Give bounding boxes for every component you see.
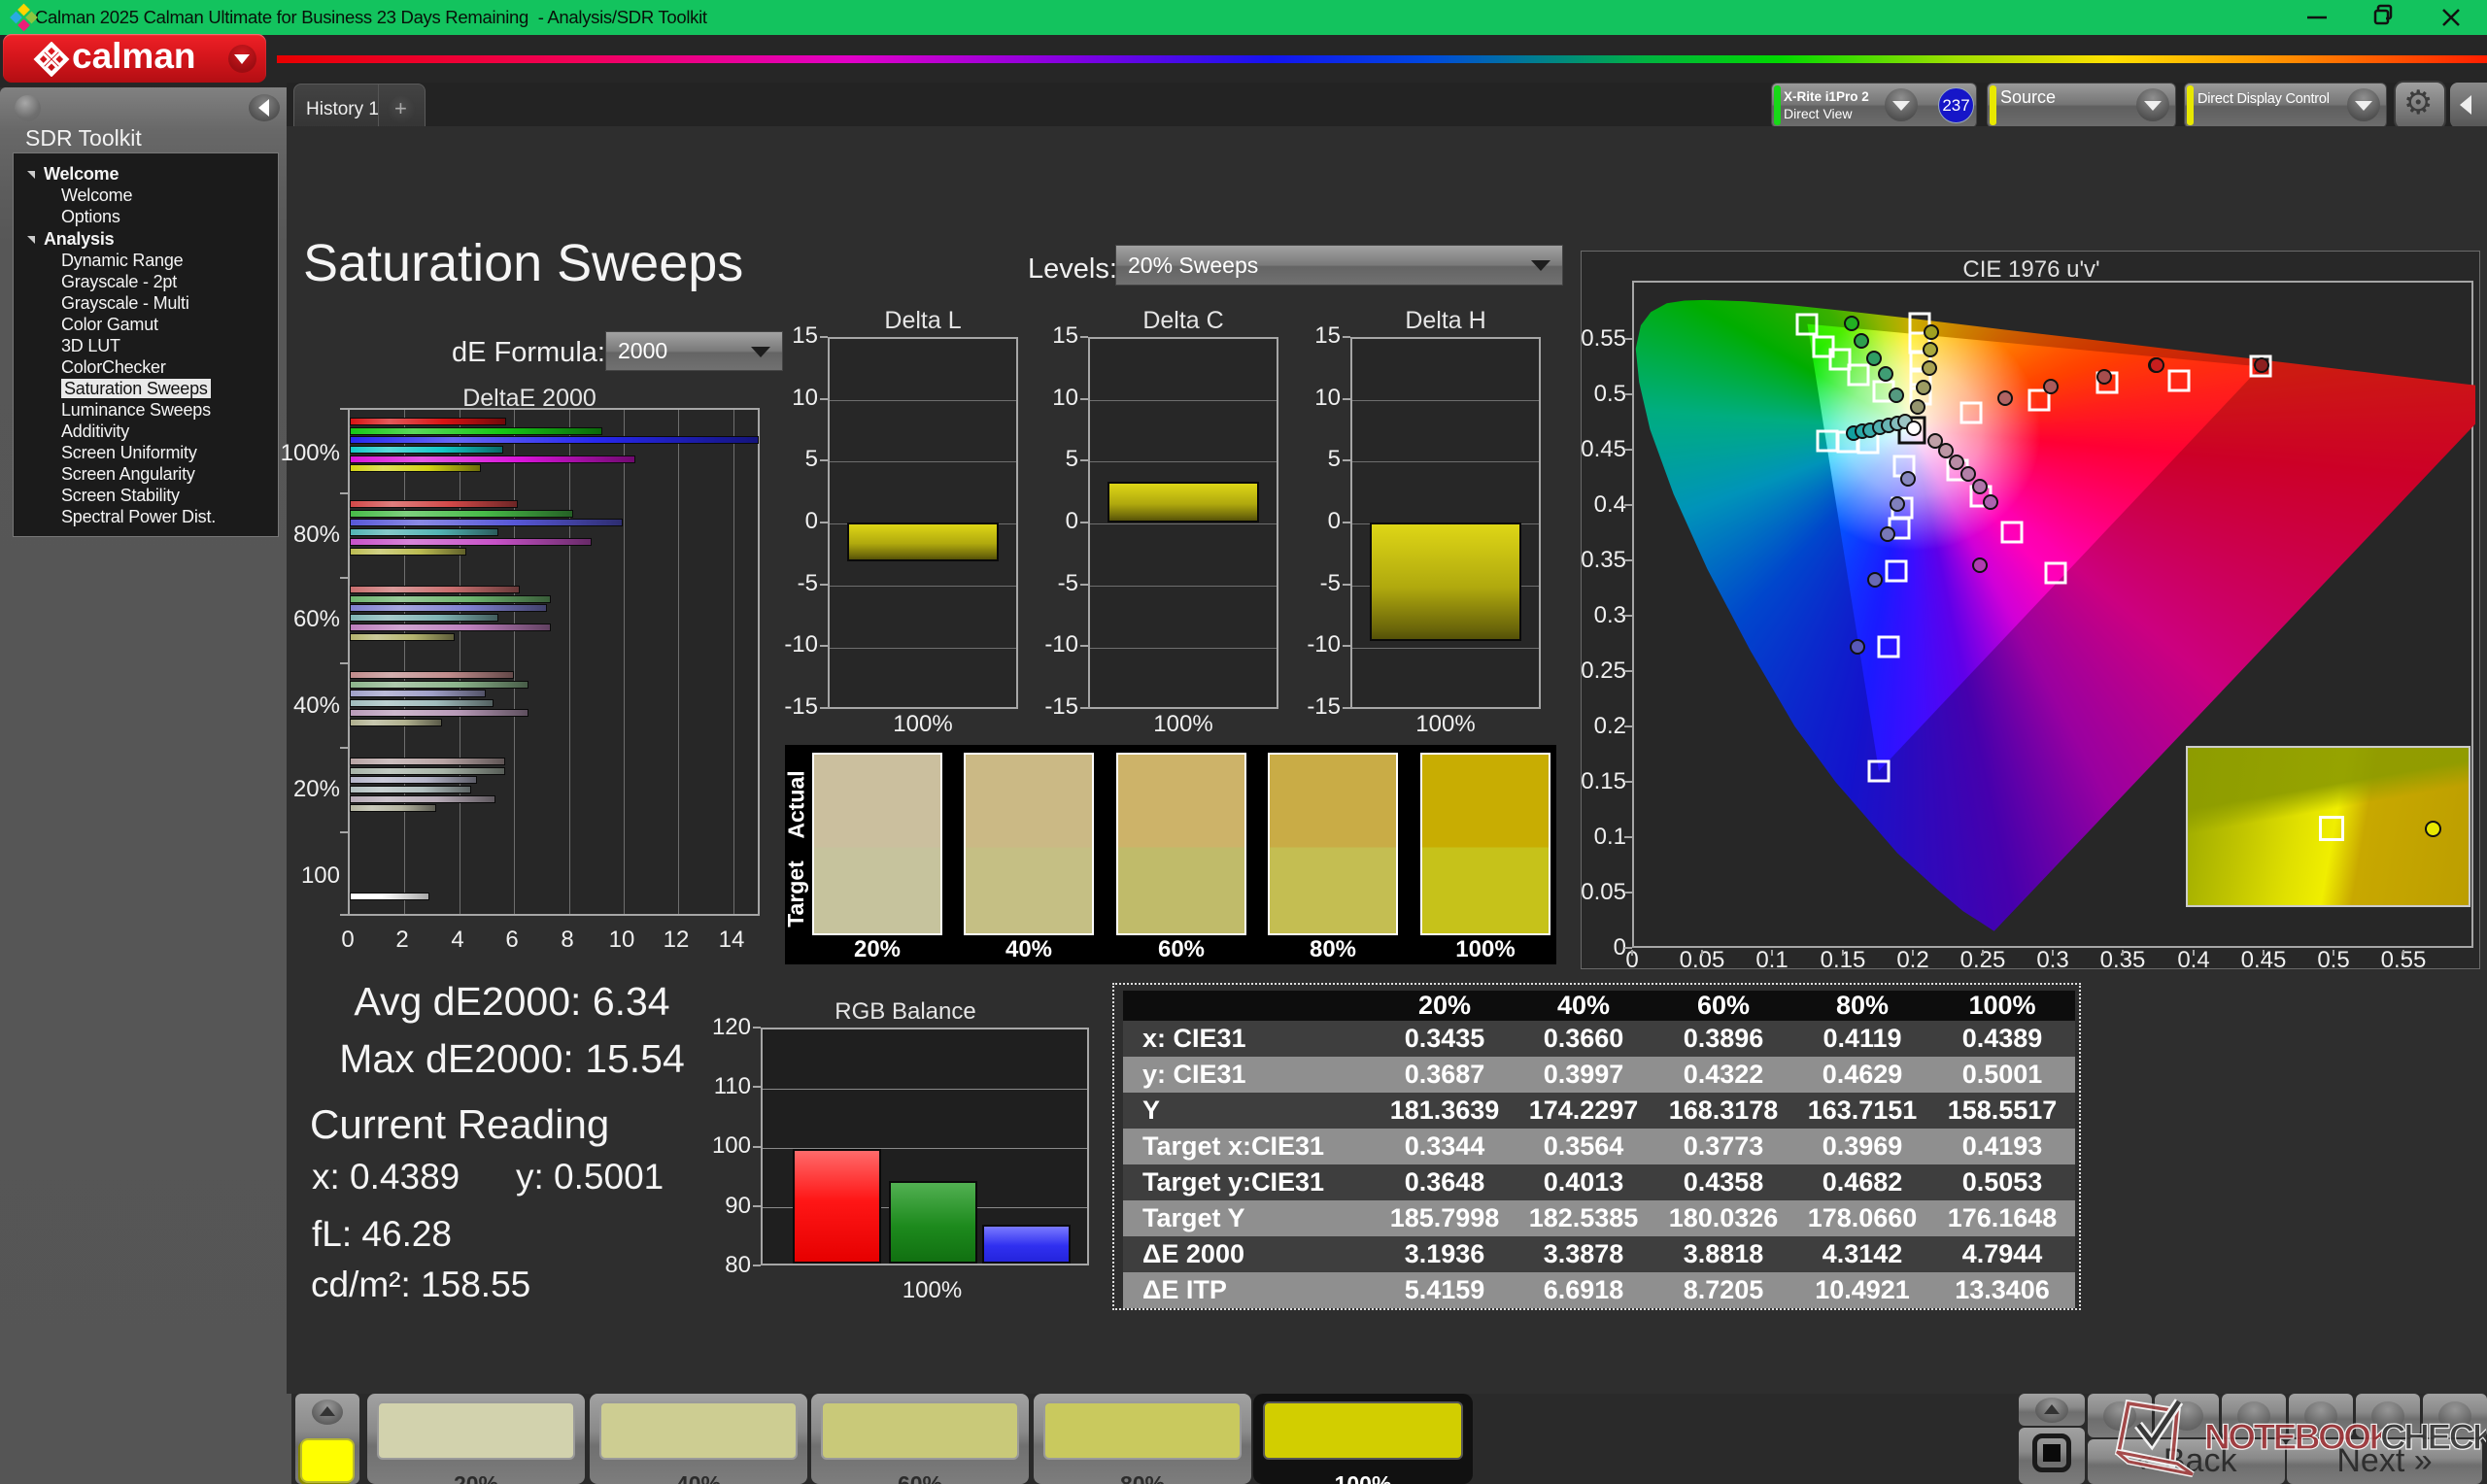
- svg-text:CHECK: CHECK: [2380, 1417, 2486, 1457]
- svg-text:NOTEBOOK: NOTEBOOK: [2204, 1417, 2396, 1457]
